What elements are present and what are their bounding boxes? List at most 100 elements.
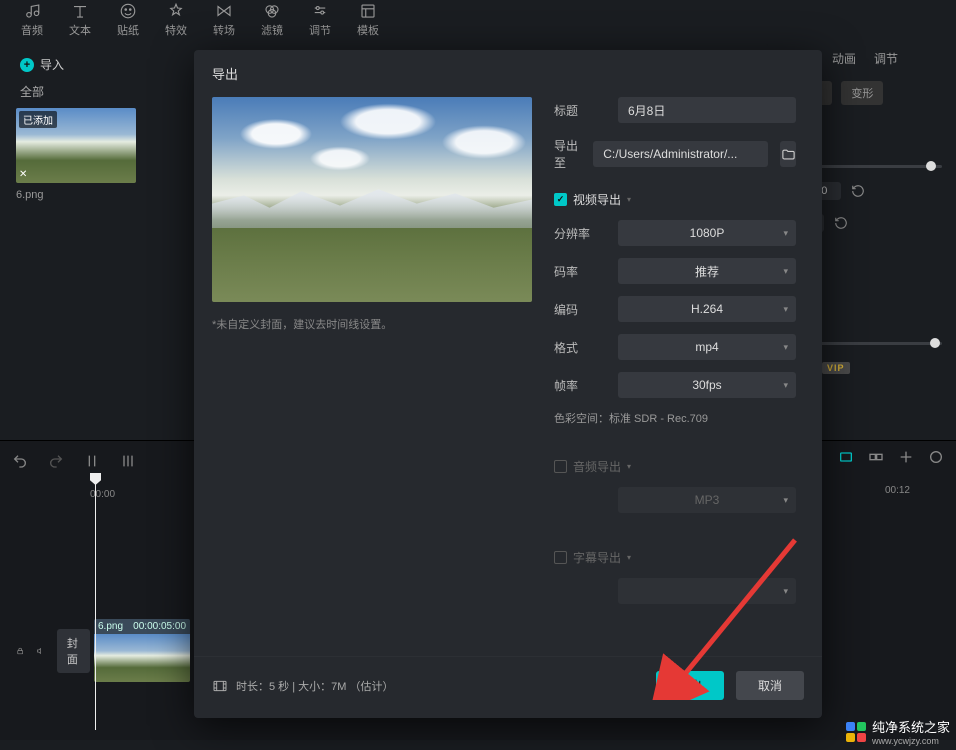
tool-label: 滤镜 xyxy=(261,22,283,38)
playhead[interactable] xyxy=(95,479,96,730)
browse-button[interactable] xyxy=(780,141,796,167)
import-button[interactable]: + 导入 xyxy=(20,56,180,73)
res-label: 分辨率 xyxy=(554,225,606,242)
resolution-select[interactable]: 1080P▾ xyxy=(618,220,796,246)
split2-icon[interactable] xyxy=(120,453,136,469)
import-label: 导入 xyxy=(40,56,64,73)
tab-adjust[interactable]: 调节 xyxy=(874,50,898,67)
film-icon xyxy=(212,678,228,694)
tool-label: 贴纸 xyxy=(117,22,139,38)
tool-icon[interactable] xyxy=(898,449,914,465)
chevron-down-icon[interactable]: ▾ xyxy=(627,195,631,204)
tool-icon[interactable] xyxy=(838,449,854,465)
reset-icon[interactable] xyxy=(851,184,865,198)
undo-icon[interactable] xyxy=(12,453,28,469)
tool-label: 调节 xyxy=(309,22,331,38)
remove-icon[interactable]: ✕ xyxy=(19,169,27,180)
format-label: 格式 xyxy=(554,339,606,356)
tool-effect[interactable]: 特效 xyxy=(152,0,200,40)
timeline-clip[interactable]: 6.png 00:00:05:00 xyxy=(94,619,190,682)
title-label: 标题 xyxy=(554,102,606,119)
clip-name: 6.png xyxy=(98,621,123,632)
exportto-label: 导出至 xyxy=(554,137,581,171)
audio-format-select: MP3▾ xyxy=(618,487,796,513)
audio-export-checkbox[interactable] xyxy=(554,460,567,473)
added-badge: 已添加 xyxy=(19,111,57,128)
tool-label: 音频 xyxy=(21,22,43,38)
effect-icon xyxy=(167,2,185,20)
time-start: 00:00 xyxy=(90,489,115,500)
split-icon[interactable] xyxy=(84,453,100,469)
tool-label: 转场 xyxy=(213,22,235,38)
tool-icon[interactable] xyxy=(928,449,944,465)
tool-label: 模板 xyxy=(357,22,379,38)
path-input[interactable] xyxy=(593,141,768,167)
cancel-button[interactable]: 取消 xyxy=(736,671,804,700)
subtitle-export-label: 字幕导出 xyxy=(573,549,621,566)
dialog-title: 导出 xyxy=(194,50,822,97)
codec-label: 编码 xyxy=(554,301,606,318)
deform-button[interactable]: 变形 xyxy=(841,81,883,105)
preview-image xyxy=(212,97,532,302)
redo-icon[interactable] xyxy=(48,453,64,469)
folder-icon xyxy=(781,147,796,162)
bitrate-label: 码率 xyxy=(554,263,606,280)
video-export-label: 视频导出 xyxy=(573,191,621,208)
adjust-icon xyxy=(311,2,329,20)
template-icon xyxy=(359,2,377,20)
watermark-url: www.ycwjzy.com xyxy=(872,736,950,746)
title-input[interactable] xyxy=(618,97,796,123)
chevron-down-icon[interactable]: ▾ xyxy=(627,553,631,562)
colorspace-info: 色彩空间：标准 SDR - Rec.709 xyxy=(554,410,796,426)
export-dialog: 导出 *未自定义封面，建议去时间线设置。 标题 导出至 xyxy=(194,50,822,718)
subtitle-export-checkbox[interactable] xyxy=(554,551,567,564)
transition-icon xyxy=(215,2,233,20)
fps-select[interactable]: 30fps▾ xyxy=(618,372,796,398)
vip-badge: VIP xyxy=(822,362,850,374)
timeline-right-tools xyxy=(838,449,944,465)
tab-animation[interactable]: 动画 xyxy=(832,50,856,67)
tool-sticker[interactable]: 贴纸 xyxy=(104,0,152,40)
subtitle-select: ▾ xyxy=(618,578,796,604)
watermark-logo-icon xyxy=(846,722,866,742)
watermark-name: 纯净系统之家 xyxy=(872,717,950,736)
filter-icon xyxy=(263,2,281,20)
tool-transition[interactable]: 转场 xyxy=(200,0,248,40)
codec-select[interactable]: H.264▾ xyxy=(618,296,796,322)
reset-icon[interactable] xyxy=(834,216,848,230)
text-icon xyxy=(71,2,89,20)
chevron-down-icon[interactable]: ▾ xyxy=(627,462,631,471)
tool-label: 文本 xyxy=(69,22,91,38)
lock-icon[interactable] xyxy=(16,644,24,658)
tool-template[interactable]: 模板 xyxy=(344,0,392,40)
tool-icon[interactable] xyxy=(868,449,884,465)
cover-button[interactable]: 封面 xyxy=(57,629,90,673)
fps-label: 帧率 xyxy=(554,377,606,394)
thumb-filename: 6.png xyxy=(16,189,136,201)
tool-audio[interactable]: 音频 xyxy=(8,0,56,40)
tool-label: 特效 xyxy=(165,22,187,38)
cover-hint: *未自定义封面，建议去时间线设置。 xyxy=(212,316,532,332)
clip-thumb xyxy=(94,634,190,682)
bitrate-select[interactable]: 推荐▾ xyxy=(618,258,796,284)
tool-text[interactable]: 文本 xyxy=(56,0,104,40)
video-export-checkbox[interactable]: ✓ xyxy=(554,193,567,206)
media-thumb[interactable]: 已添加 ✕ 6.png xyxy=(16,108,136,201)
watermark: 纯净系统之家 www.ycwjzy.com xyxy=(846,717,950,746)
format-select[interactable]: mp4▾ xyxy=(618,334,796,360)
clip-duration: 00:00:05:00 xyxy=(133,621,186,632)
thumb-image: 已添加 ✕ xyxy=(16,108,136,183)
plus-icon: + xyxy=(20,58,34,72)
sticker-icon xyxy=(119,2,137,20)
tool-filter[interactable]: 滤镜 xyxy=(248,0,296,40)
footer-info: 时长：5 秒 | 大小：7M （估计） xyxy=(236,678,393,694)
time-mark: 00:12 xyxy=(885,485,910,496)
export-button[interactable]: 导出 xyxy=(656,671,724,700)
audio-icon xyxy=(23,2,41,20)
mute-icon[interactable] xyxy=(36,644,44,658)
top-toolbar: 音频 文本 贴纸 特效 转场 滤镜 调节 模板 xyxy=(0,0,956,40)
tool-adjust[interactable]: 调节 xyxy=(296,0,344,40)
all-tab[interactable]: 全部 xyxy=(20,83,180,100)
media-panel: + 导入 全部 已添加 ✕ 6.png xyxy=(0,40,190,440)
audio-export-label: 音频导出 xyxy=(573,458,621,475)
